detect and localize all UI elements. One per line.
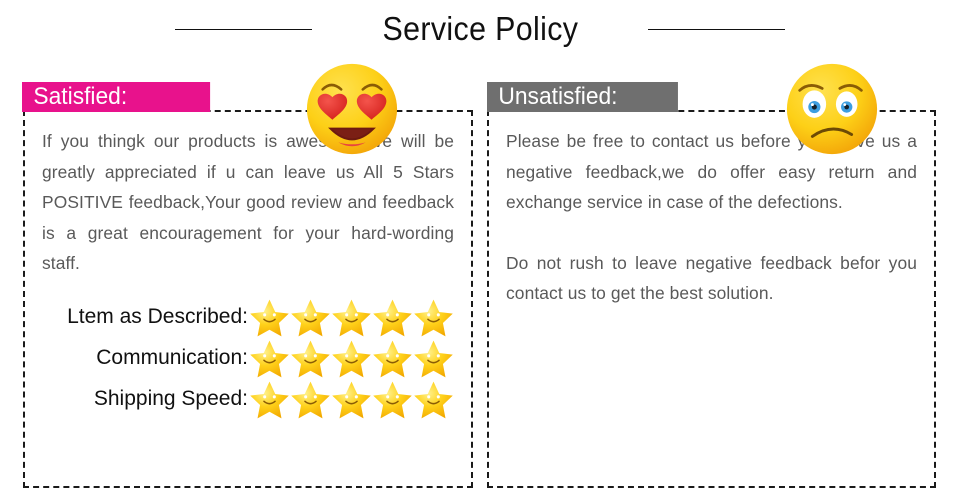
star-icon (290, 338, 331, 379)
star-icon (372, 379, 413, 420)
title-rule-right-icon (648, 28, 786, 30)
unsatisfied-panel: Please be free to contact us before you … (487, 110, 936, 488)
ratings-list: Ltem as Described: Communication: Shippi… (42, 297, 454, 420)
rating-stars (249, 297, 454, 338)
star-icon (249, 297, 290, 338)
rating-label-item-as-described: Ltem as Described: (67, 304, 248, 328)
policy-panels: Satisfied: If you thingk our products is… (0, 58, 960, 504)
rating-row: Communication: (42, 338, 454, 379)
rating-row: Shipping Speed: (42, 379, 454, 420)
star-icon (249, 338, 290, 379)
rating-label-communication: Communication: (96, 345, 248, 369)
star-icon (372, 338, 413, 379)
rating-row: Ltem as Described: (42, 297, 454, 338)
star-icon (413, 297, 454, 338)
star-icon (249, 379, 290, 420)
unsatisfied-paragraph-2: Do not rush to leave negative feedback b… (506, 252, 917, 304)
star-icon (290, 297, 331, 338)
title-rule-left-icon (174, 28, 312, 30)
worried-face-emoji-icon (783, 60, 881, 158)
star-icon (331, 338, 372, 379)
star-icon (331, 379, 372, 420)
satisfied-panel-body: If you thingk our products is awesome,We… (25, 112, 471, 486)
star-icon (372, 297, 413, 338)
star-icon (413, 379, 454, 420)
star-icon (413, 338, 454, 379)
satisfied-panel: If you thingk our products is awesome,We… (23, 110, 473, 488)
star-icon (290, 379, 331, 420)
unsatisfied-badge: Unsatisfied: (487, 82, 678, 112)
unsatisfied-panel-body: Please be free to contact us before you … (489, 112, 934, 486)
satisfied-badge: Satisfied: (22, 82, 211, 112)
rating-label-shipping-speed: Shipping Speed: (93, 386, 248, 410)
heart-eyes-emoji-icon (303, 60, 401, 158)
rating-stars (249, 379, 454, 420)
star-icon (331, 297, 372, 338)
page-title: Service Policy (382, 10, 578, 47)
rating-stars (249, 338, 454, 379)
page-header: Service Policy (0, 0, 960, 58)
